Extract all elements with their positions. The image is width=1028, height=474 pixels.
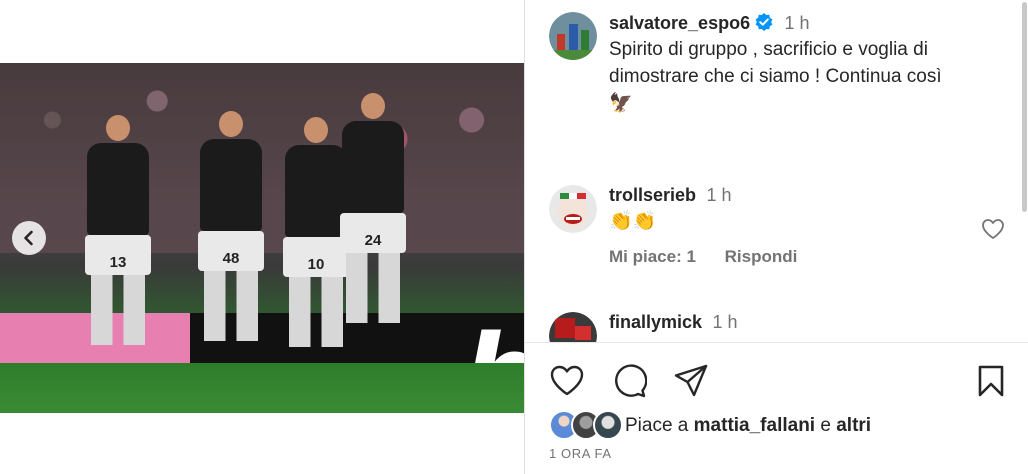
photo-player: 48: [198, 111, 264, 341]
likes-conjunction: e: [815, 415, 837, 436]
panel-divider: [525, 342, 1028, 343]
comment-username[interactable]: finallymick: [609, 312, 702, 332]
author-username[interactable]: salvatore_espo6: [609, 13, 750, 33]
comment-reply-button[interactable]: Rispondi: [725, 247, 798, 266]
post-media: b 13 48 10 24: [0, 0, 524, 474]
comment-time: 1 h: [712, 312, 738, 332]
likes-summary: Piace a mattia_fallani e altri: [549, 410, 871, 442]
comment-text: 👏👏: [609, 211, 657, 232]
comment-body: trollserieb 1 h 👏👏 Mi piace: 1 Rispondi: [609, 185, 989, 267]
save-button[interactable]: [973, 363, 1009, 399]
likes-others-link[interactable]: altri: [836, 415, 871, 436]
chevron-left-icon: [24, 230, 33, 246]
comment-icon: [615, 364, 647, 398]
caption-emoji: 🦅: [609, 93, 633, 114]
caption-body: salvatore_espo6 1 h Spirito di gruppo , …: [609, 12, 989, 117]
liker-username[interactable]: mattia_fallani: [694, 415, 815, 436]
share-button[interactable]: [673, 363, 709, 399]
comments-list[interactable]: salvatore_espo6 1 h Spirito di gruppo , …: [525, 0, 1028, 342]
comment-heart-icon[interactable]: [981, 218, 1005, 240]
photo-player: 13: [85, 115, 151, 345]
comment-time: 1 h: [706, 185, 732, 205]
likes-text: Piace a mattia_fallani e altri: [625, 415, 871, 437]
jersey-number: 13: [109, 254, 127, 271]
comment-username[interactable]: trollserieb: [609, 185, 696, 205]
avatar[interactable]: [549, 185, 597, 233]
post-actions: [549, 363, 1009, 399]
comments-scrollbar[interactable]: [1022, 2, 1027, 212]
share-icon: [674, 364, 708, 397]
photo-player: 24: [340, 93, 406, 323]
avatar: [593, 410, 623, 440]
likes-prefix: Piace a: [625, 415, 694, 436]
like-button[interactable]: [549, 363, 585, 399]
comment-button[interactable]: [611, 363, 647, 399]
photo-pitch: [0, 363, 524, 413]
comment-meta: Mi piace: 1 Rispondi: [609, 247, 989, 267]
comment-body: finallymick 1 h: [609, 312, 989, 333]
liker-avatars[interactable]: [549, 410, 625, 442]
post-side-panel: salvatore_espo6 1 h Spirito di gruppo , …: [524, 0, 1028, 474]
comment-likes-count[interactable]: Mi piace: 1: [609, 247, 696, 266]
caption-time: 1 h: [784, 13, 810, 33]
avatar[interactable]: [549, 12, 597, 60]
avatar[interactable]: [549, 312, 597, 342]
jersey-number: 24: [364, 232, 382, 249]
carousel-prev-button[interactable]: [12, 221, 46, 255]
verified-badge-icon: [755, 13, 773, 31]
heart-icon: [550, 365, 584, 396]
post-timestamp[interactable]: 1 ORA FA: [549, 446, 612, 461]
jersey-number: 48: [222, 250, 240, 267]
post-photo[interactable]: b 13 48 10 24: [0, 63, 524, 413]
bookmark-icon: [978, 365, 1004, 397]
caption-text: Spirito di gruppo , sacrificio e voglia …: [609, 39, 942, 87]
